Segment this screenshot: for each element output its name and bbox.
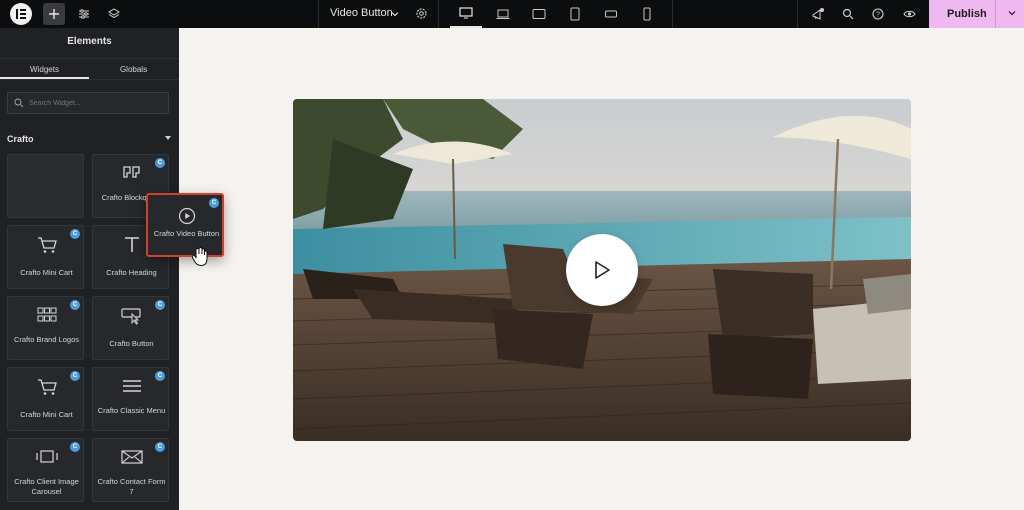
- structure-button[interactable]: [103, 3, 125, 25]
- divider: [318, 0, 319, 28]
- panel-title: Elements: [67, 36, 112, 47]
- publish-button[interactable]: Publish: [929, 0, 1024, 28]
- widget-tile-empty: [7, 154, 84, 218]
- desktop-view-button[interactable]: [450, 0, 482, 28]
- play-circle-icon: [148, 207, 225, 227]
- widget-crafto-mini-cart[interactable]: C Crafto Mini Cart: [7, 225, 84, 289]
- widget-label: Crafto Brand Logos: [13, 335, 80, 344]
- tab-widgets[interactable]: Widgets: [0, 59, 89, 79]
- widget-crafto-brand-logos[interactable]: C Crafto Brand Logos: [7, 296, 84, 360]
- layers-icon: [108, 8, 120, 19]
- widget-label: Crafto Button: [109, 339, 154, 348]
- laptop-icon: [496, 9, 510, 19]
- gear-icon[interactable]: [415, 7, 428, 20]
- grid-icon: [8, 307, 85, 327]
- caret-down-icon: [165, 136, 171, 140]
- notifications-button[interactable]: [807, 3, 829, 25]
- laptop-view-button[interactable]: [487, 0, 519, 28]
- cart-icon: [8, 236, 85, 256]
- page-title[interactable]: Video Button: [330, 7, 393, 19]
- play-button[interactable]: [566, 234, 638, 306]
- notifications-icon: [812, 8, 824, 20]
- divider: [672, 0, 673, 28]
- help-button[interactable]: ?: [867, 3, 889, 25]
- mobile-landscape-view-button[interactable]: [595, 0, 627, 28]
- play-icon: [595, 261, 610, 279]
- cart-icon: [8, 378, 85, 398]
- search-box[interactable]: [7, 92, 169, 114]
- top-bar: Video Button ? Publish: [0, 0, 1024, 28]
- widget-label: Crafto Mini Cart: [20, 410, 73, 419]
- elementor-logo-icon[interactable]: [10, 3, 32, 25]
- sliders-icon: [79, 9, 89, 19]
- mobile-icon: [643, 7, 651, 21]
- widget-crafto-contact-form-7[interactable]: C Crafto Contact Form 7: [92, 438, 169, 502]
- widget-label: Crafto Contact Form 7: [97, 477, 166, 496]
- widget-label: Crafto Classic Menu: [97, 406, 166, 415]
- search-icon: [14, 98, 24, 108]
- chevron-down-icon[interactable]: [391, 10, 399, 18]
- search-button[interactable]: [837, 3, 859, 25]
- tablet-landscape-view-button[interactable]: [523, 0, 555, 28]
- mobile-landscape-icon: [605, 10, 617, 18]
- help-icon: ?: [872, 8, 884, 20]
- button-icon: [93, 307, 170, 327]
- quote-icon: [93, 165, 170, 185]
- widget-label: Crafto Client Image Carousel: [14, 477, 79, 496]
- search-input[interactable]: [29, 99, 159, 107]
- grab-cursor-icon: [191, 247, 208, 267]
- panel-tabs: Widgets Globals: [0, 58, 179, 80]
- tablet-icon: [570, 7, 580, 21]
- tab-globals[interactable]: Globals: [89, 59, 178, 79]
- divider: [995, 0, 996, 28]
- mobile-view-button[interactable]: [631, 0, 663, 28]
- widget-crafto-mini-cart[interactable]: C Crafto Mini Cart: [7, 367, 84, 431]
- site-settings-button[interactable]: [73, 3, 95, 25]
- widget-crafto-classic-menu[interactable]: C Crafto Classic Menu: [92, 367, 169, 431]
- widget-crafto-client-image-carousel[interactable]: C Crafto Client Image Carousel: [7, 438, 84, 502]
- menu-icon: [93, 378, 170, 398]
- widget-label: Crafto Mini Cart: [20, 268, 73, 277]
- chevron-down-icon[interactable]: [1007, 8, 1017, 18]
- dragging-widget-crafto-video-button[interactable]: C Crafto Video Button: [146, 193, 224, 257]
- add-element-button[interactable]: [43, 3, 65, 25]
- divider: [797, 0, 798, 28]
- envelope-icon: [93, 449, 170, 469]
- search-icon: [842, 8, 854, 20]
- carousel-icon: [8, 449, 85, 469]
- section-title: Crafto: [7, 134, 34, 144]
- section-header[interactable]: Crafto: [7, 134, 171, 144]
- svg-text:?: ?: [876, 12, 880, 19]
- widget-crafto-button[interactable]: C Crafto Button: [92, 296, 169, 360]
- eye-icon: [902, 10, 916, 18]
- tablet-landscape-icon: [532, 9, 546, 19]
- divider: [438, 0, 439, 28]
- preview-button[interactable]: [898, 3, 920, 25]
- tablet-view-button[interactable]: [559, 0, 591, 28]
- publish-label: Publish: [947, 8, 987, 20]
- desktop-icon: [459, 7, 473, 19]
- widget-label: Crafto Video Button: [153, 229, 220, 238]
- widget-label: Crafto Heading: [106, 268, 157, 277]
- plus-icon: [49, 9, 59, 19]
